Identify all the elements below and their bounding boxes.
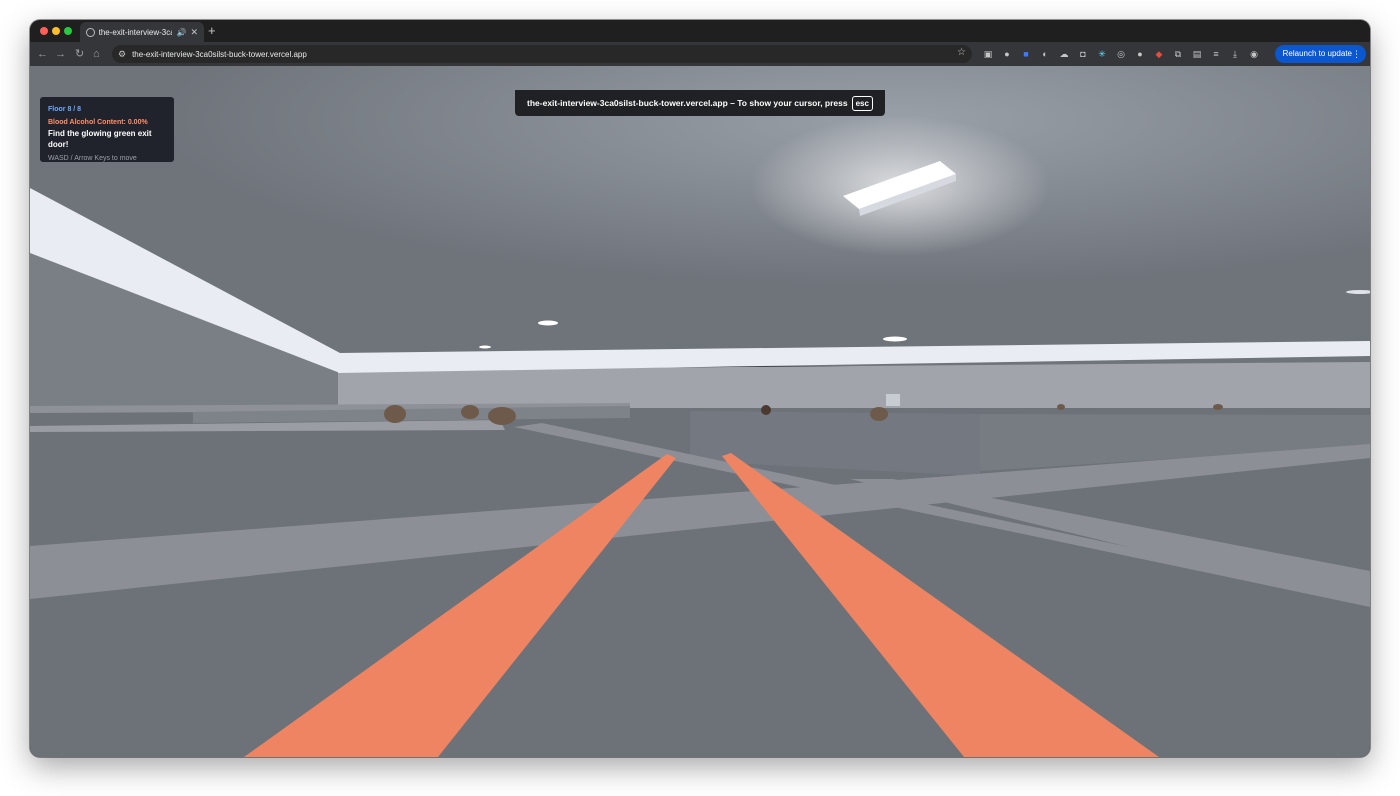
hud-panel: Floor 8 / 8 Blood Alcohol Content: 0.00%… bbox=[40, 97, 174, 162]
relaunch-button[interactable]: Relaunch to update ⋮ bbox=[1274, 45, 1366, 63]
forward-icon[interactable]: → bbox=[55, 47, 66, 61]
new-tab-button[interactable]: + bbox=[208, 23, 216, 39]
coworker-head bbox=[488, 407, 516, 425]
extension-red-icon[interactable]: ◆ bbox=[1153, 48, 1165, 60]
react-icon[interactable]: ✳ bbox=[1096, 48, 1108, 60]
game-scene[interactable] bbox=[30, 66, 1370, 757]
extension-owl-icon[interactable]: ● bbox=[1001, 48, 1013, 60]
tab-strip: the-exit-interview-3ca0s 🔊 ✕ + bbox=[30, 20, 1370, 42]
extension-dot-icon[interactable]: ● bbox=[1134, 48, 1146, 60]
esc-key-hint: esc bbox=[851, 95, 873, 111]
bookmark-star-icon[interactable]: ☆ bbox=[957, 47, 966, 58]
hud-controls: WASD / Arrow Keys to move bbox=[48, 155, 137, 162]
puzzle-icon[interactable]: ⧉ bbox=[1172, 48, 1184, 60]
extensions-row: ▣ ● ■ ◐ ☁ ◘ ✳ ◎ ● ◆ ⧉ ▤ ≡ ⤓ ◉ bbox=[982, 48, 1260, 60]
fullscreen-window-button[interactable] bbox=[64, 27, 72, 35]
close-window-button[interactable] bbox=[40, 27, 48, 35]
extension-ghost-icon[interactable]: ◐ bbox=[1039, 48, 1051, 60]
ceiling-light bbox=[479, 345, 491, 349]
game-viewport[interactable]: the-exit-interview-3ca0silst-buck-tower.… bbox=[30, 66, 1370, 757]
home-icon[interactable]: ⌂ bbox=[93, 47, 100, 61]
media-icon[interactable]: ▣ bbox=[982, 48, 994, 60]
speaker-icon[interactable]: 🔊 bbox=[176, 28, 186, 37]
coworker-head bbox=[1057, 404, 1065, 410]
reading-list-icon[interactable]: ≡ bbox=[1210, 48, 1222, 60]
bitwarden-icon[interactable]: ■ bbox=[1020, 48, 1032, 60]
hud-objective: Find the glowing green exit door! bbox=[48, 129, 152, 149]
download-icon[interactable]: ⤓ bbox=[1229, 48, 1241, 60]
toolbar: ← → ↻ ⌂ ⚙ the-exit-interview-3ca0silst-b… bbox=[30, 42, 1370, 66]
more-menu-icon[interactable]: ⋮ bbox=[1352, 45, 1361, 63]
tab-title: the-exit-interview-3ca0s bbox=[98, 27, 173, 37]
coworker-head bbox=[384, 405, 406, 423]
reload-icon[interactable]: ↻ bbox=[75, 47, 84, 61]
minimize-window-button[interactable] bbox=[52, 27, 60, 35]
cloud-icon[interactable]: ☁ bbox=[1058, 48, 1070, 60]
fullscreen-notice-text: the-exit-interview-3ca0silst-buck-tower.… bbox=[527, 98, 848, 108]
coworker-head bbox=[870, 407, 888, 421]
coworker-head bbox=[1213, 404, 1223, 410]
coworker-head bbox=[761, 405, 771, 415]
circle-icon[interactable]: ◎ bbox=[1115, 48, 1127, 60]
hud-bac: Blood Alcohol Content: 0.00% bbox=[48, 119, 148, 126]
exit-door bbox=[886, 394, 900, 406]
sidepanel-icon[interactable]: ▤ bbox=[1191, 48, 1203, 60]
profile-avatar-icon[interactable]: ◉ bbox=[1248, 48, 1260, 60]
camera-icon[interactable]: ◘ bbox=[1077, 48, 1089, 60]
close-icon[interactable]: ✕ bbox=[190, 27, 198, 38]
coworker-head bbox=[461, 405, 479, 419]
browser-window: the-exit-interview-3ca0s 🔊 ✕ + ← → ↻ ⌂ ⚙… bbox=[30, 20, 1370, 757]
url-text: the-exit-interview-3ca0silst-buck-tower.… bbox=[132, 49, 307, 59]
back-icon[interactable]: ← bbox=[37, 47, 48, 61]
globe-icon bbox=[86, 27, 95, 37]
hud-floor: Floor 8 / 8 bbox=[48, 106, 82, 113]
tab-active[interactable]: the-exit-interview-3ca0s 🔊 ✕ bbox=[80, 22, 204, 42]
site-settings-icon[interactable]: ⚙ bbox=[118, 49, 126, 60]
ceiling-light bbox=[538, 320, 558, 326]
fullscreen-notice: the-exit-interview-3ca0silst-buck-tower.… bbox=[515, 90, 885, 116]
relaunch-label: Relaunch to update bbox=[1282, 49, 1352, 58]
ceiling-light bbox=[883, 336, 907, 342]
address-bar[interactable]: ⚙ the-exit-interview-3ca0silst-buck-towe… bbox=[112, 45, 972, 63]
